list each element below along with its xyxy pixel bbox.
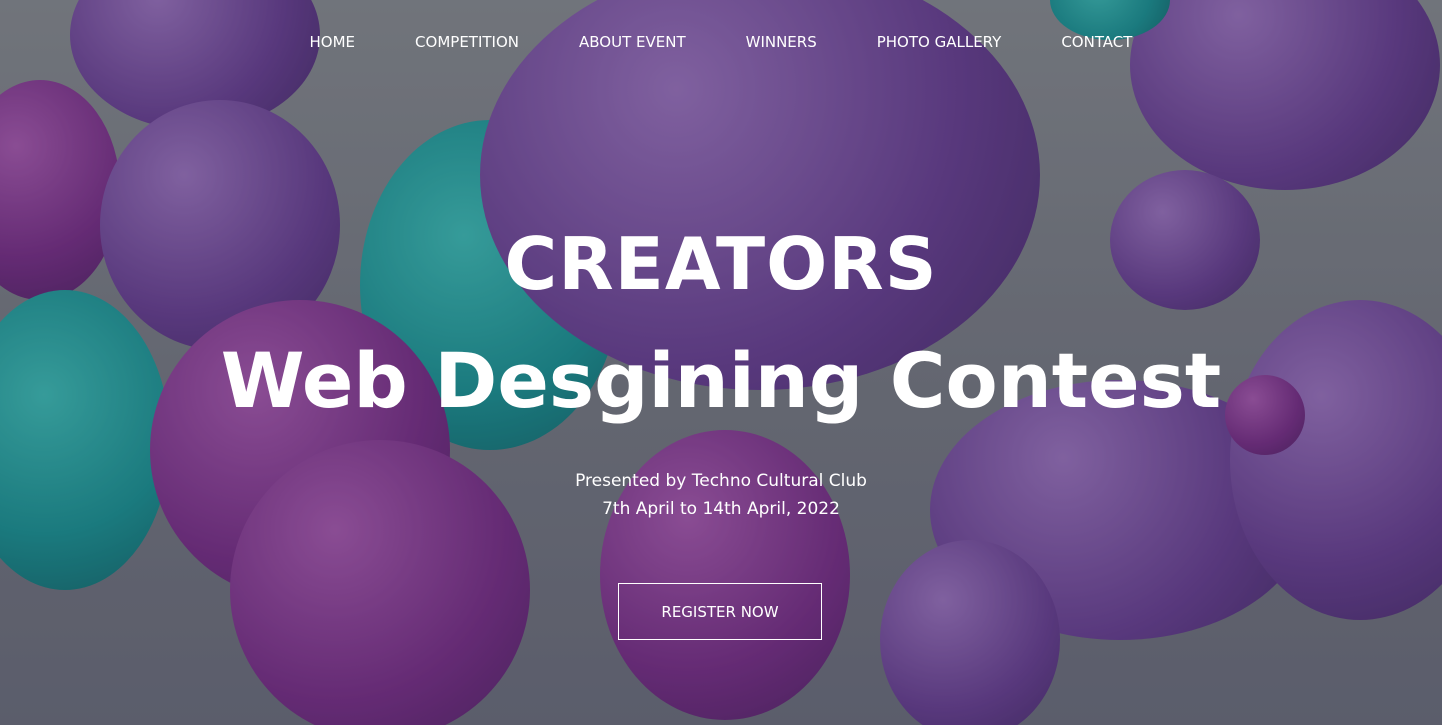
nav-photo-gallery[interactable]: PHOTO GALLERY: [877, 33, 1002, 51]
hero-title: CREATORS: [504, 222, 938, 306]
nav-about-event[interactable]: ABOUT EVENT: [579, 33, 686, 51]
nav-competition[interactable]: COMPETITION: [415, 33, 519, 51]
nav-contact[interactable]: CONTACT: [1061, 33, 1132, 51]
register-now-button[interactable]: REGISTER NOW: [618, 583, 822, 640]
hero-info: Presented by Techno Cultural Club 7th Ap…: [0, 467, 1442, 523]
nav-winners[interactable]: WINNERS: [746, 33, 817, 51]
nav-home[interactable]: HOME: [310, 33, 356, 51]
main-nav: HOME COMPETITION ABOUT EVENT WINNERS PHO…: [0, 33, 1442, 51]
hero-subtitle: Web Desgining Contest: [220, 336, 1222, 425]
presenter-text: Presented by Techno Cultural Club: [575, 471, 867, 491]
event-dates: 7th April to 14th April, 2022: [602, 499, 840, 519]
